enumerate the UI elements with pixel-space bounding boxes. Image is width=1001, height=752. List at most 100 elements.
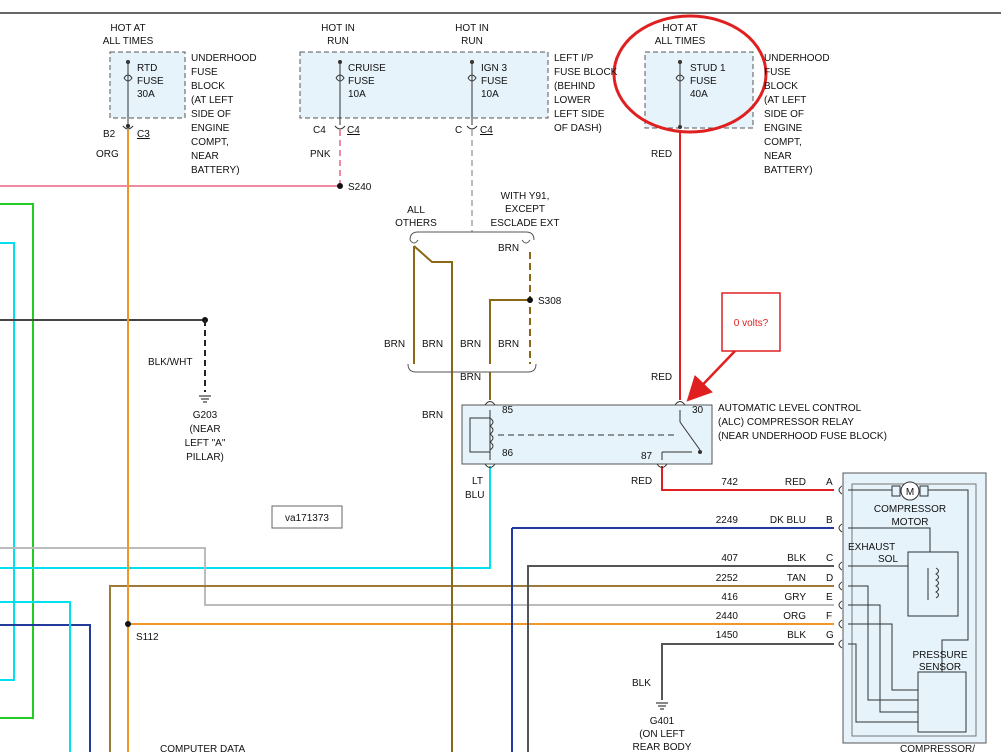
left-harness bbox=[0, 185, 834, 752]
ground-symbol-g203 bbox=[199, 395, 211, 403]
rtd-pin-right: C3 bbox=[137, 129, 150, 140]
brn-label-1: BRN bbox=[384, 339, 405, 350]
ip-loc-0: LEFT I/P bbox=[554, 53, 594, 64]
exhaust-label-1: SOL bbox=[878, 554, 898, 565]
cruise-pin-right: C4 bbox=[347, 125, 360, 136]
motor-symbol: M bbox=[906, 487, 914, 498]
conn-d-circuit: 2252 bbox=[716, 573, 739, 584]
cruise-fuse-word: FUSE bbox=[348, 76, 375, 87]
variant-y91-3: ESCLADE EXT bbox=[491, 218, 560, 229]
conn-b-pin: B bbox=[826, 515, 833, 526]
g401-wire: BLK bbox=[632, 678, 651, 689]
conn-a-color: RED bbox=[785, 477, 806, 488]
conn-d-color: TAN bbox=[787, 573, 806, 584]
relay-pin-86: 86 bbox=[502, 448, 514, 459]
relay-title-0: AUTOMATIC LEVEL CONTROL bbox=[718, 403, 862, 414]
pressure-label-1: SENSOR bbox=[919, 662, 961, 673]
rtd-loc-1: FUSE bbox=[191, 67, 218, 78]
conn-g-pin: G bbox=[826, 630, 834, 641]
ip-loc-3: LOWER bbox=[554, 95, 591, 106]
g401-line-0: G401 bbox=[650, 716, 675, 727]
rtd-loc-6: COMPT, bbox=[191, 137, 229, 148]
stud1-loc-8: BATTERY) bbox=[764, 165, 813, 176]
conn-e-pin: E bbox=[826, 592, 833, 603]
g203-line-1: (NEAR bbox=[189, 424, 220, 435]
stud1-loc-7: NEAR bbox=[764, 151, 792, 162]
brn-label-6: BRN bbox=[422, 410, 443, 421]
callout-text: 0 volts? bbox=[734, 318, 769, 329]
cruise-pin-left: C4 bbox=[313, 125, 326, 136]
stud1-loc-2: BLOCK bbox=[764, 81, 798, 92]
g401-line-2: REAR BODY bbox=[633, 742, 692, 752]
g203-line-0: G203 bbox=[193, 410, 218, 421]
rtd-loc-4: SIDE OF bbox=[191, 109, 231, 120]
exhaust-label-0: EXHAUST bbox=[848, 542, 895, 553]
conn-e-circuit: 416 bbox=[721, 592, 738, 603]
conn-f-pin: F bbox=[826, 611, 832, 622]
stud1-loc-1: FUSE bbox=[764, 67, 791, 78]
ign3-fuse-name: IGN 3 bbox=[481, 63, 508, 74]
conn-f-color: ORG bbox=[783, 611, 806, 622]
rtd-loc-8: BATTERY) bbox=[191, 165, 240, 176]
rtd-loc-0: UNDERHOOD bbox=[191, 53, 257, 64]
cruise-supply-1: HOT IN bbox=[321, 23, 355, 34]
relay-pin-85: 85 bbox=[502, 405, 514, 416]
splice-s112: S112 bbox=[136, 632, 159, 643]
stud1-supply-1: HOT AT bbox=[662, 23, 697, 34]
stud1-loc-4: SIDE OF bbox=[764, 109, 804, 120]
alc-compressor-relay bbox=[461, 401, 713, 468]
conn-g-circuit: 1450 bbox=[716, 630, 739, 641]
diagram-id: va171373 bbox=[285, 513, 329, 524]
relay-pin-87: 87 bbox=[641, 451, 653, 462]
conn-c-pin: C bbox=[826, 553, 833, 564]
conn-a-pin: A bbox=[826, 477, 833, 488]
bottom-text: COMPUTER DATA bbox=[160, 744, 246, 752]
rtd-wire-color: ORG bbox=[96, 149, 119, 160]
conn-d-pin: D bbox=[826, 573, 833, 584]
ip-fuse-box bbox=[299, 51, 549, 125]
ground-symbol-g401 bbox=[656, 702, 668, 710]
variant-y91-1: WITH Y91, bbox=[501, 191, 550, 202]
conn-f-circuit: 2440 bbox=[716, 611, 739, 622]
variant-others-2: OTHERS bbox=[395, 218, 437, 229]
splice-s308: S308 bbox=[538, 296, 562, 307]
conn-c-circuit: 407 bbox=[721, 553, 738, 564]
brn-label-4: BRN bbox=[498, 339, 519, 350]
ip-loc-2: (BEHIND bbox=[554, 81, 595, 92]
rtd-fuse-name: RTD bbox=[137, 63, 157, 74]
conn-e-color: GRY bbox=[785, 592, 807, 603]
rtd-fuse-rating: 30A bbox=[137, 89, 155, 100]
ign3-supply-1: HOT IN bbox=[455, 23, 489, 34]
connector-pins bbox=[838, 485, 843, 649]
relay-pin-30: 30 bbox=[692, 405, 704, 416]
conn-c-color: BLK bbox=[787, 553, 806, 564]
ip-loc-5: OF DASH) bbox=[554, 123, 602, 134]
rtd-supply-2: ALL TIMES bbox=[103, 36, 154, 47]
rtd-loc-2: BLOCK bbox=[191, 81, 225, 92]
stud1-loc-6: COMPT, bbox=[764, 137, 802, 148]
relay-title-2: (NEAR UNDERHOOD FUSE BLOCK) bbox=[718, 431, 887, 442]
stud1-wire-color: RED bbox=[651, 149, 672, 160]
compressor-assembly-label: COMPRESSOR/ bbox=[900, 744, 975, 752]
ign3-fuse-rating: 10A bbox=[481, 89, 499, 100]
variant-others-1: ALL bbox=[407, 205, 425, 216]
wiring-diagram: HOT AT ALL TIMES RTD FUSE 30A B2 C3 ORG … bbox=[0, 12, 1001, 752]
splice-s240: S240 bbox=[348, 182, 372, 193]
stud1-loc-0: UNDERHOOD bbox=[764, 53, 830, 64]
blu-label: BLU bbox=[465, 490, 484, 501]
stud1-fuse-word: FUSE bbox=[690, 76, 717, 87]
brn-label-5: BRN bbox=[460, 372, 481, 383]
rtd-loc-5: ENGINE bbox=[191, 123, 230, 134]
stud1-loc-5: ENGINE bbox=[764, 123, 803, 134]
ip-loc-4: LEFT SIDE bbox=[554, 109, 605, 120]
ip-loc-1: FUSE BLOCK bbox=[554, 67, 618, 78]
rtd-loc-3: (AT LEFT bbox=[191, 95, 233, 106]
stud1-loc-3: (AT LEFT bbox=[764, 95, 806, 106]
brn-label-3: BRN bbox=[460, 339, 481, 350]
rtd-fuse-word: FUSE bbox=[137, 76, 164, 87]
red-label-relay: RED bbox=[651, 372, 672, 383]
ign3-supply-2: RUN bbox=[461, 36, 483, 47]
conn-a-circuit: 742 bbox=[721, 477, 738, 488]
ign3-pin-left: C bbox=[455, 125, 462, 136]
lt-label: LT bbox=[472, 476, 483, 487]
